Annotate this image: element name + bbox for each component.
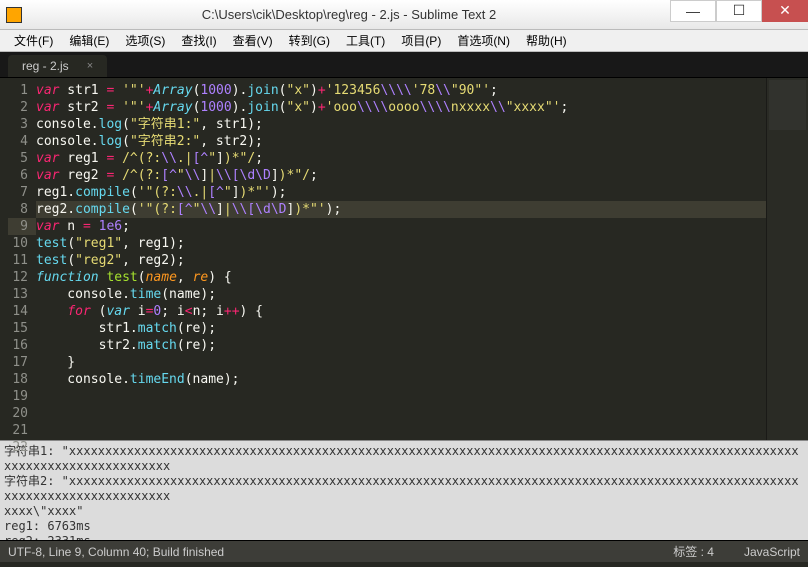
menu-help[interactable]: 帮助(H) <box>518 30 575 51</box>
window-title: C:\Users\cik\Desktop\reg\reg - 2.js - Su… <box>28 7 670 22</box>
code-editor[interactable]: var str1 = '"'+Array(1000).join("x")+'12… <box>36 78 766 440</box>
status-bar: UTF-8, Line 9, Column 40; Build finished… <box>0 540 808 562</box>
menu-tools[interactable]: 工具(T) <box>338 30 393 51</box>
tab-file[interactable]: reg - 2.js × <box>8 55 107 77</box>
status-tab-size[interactable]: 标签 : 4 <box>673 543 714 560</box>
menu-project[interactable]: 项目(P) <box>393 30 449 51</box>
menu-bar: 文件(F) 编辑(E) 选项(S) 查找(I) 查看(V) 转到(G) 工具(T… <box>0 30 808 52</box>
menu-goto[interactable]: 转到(G) <box>281 30 338 51</box>
menu-find[interactable]: 查找(I) <box>173 30 224 51</box>
maximize-button[interactable]: ☐ <box>716 0 762 22</box>
menu-selection[interactable]: 选项(S) <box>117 30 173 51</box>
status-left[interactable]: UTF-8, Line 9, Column 40; Build finished <box>8 545 673 559</box>
app-icon <box>6 7 22 23</box>
window-titlebar: C:\Users\cik\Desktop\reg\reg - 2.js - Su… <box>0 0 808 30</box>
tab-bar: reg - 2.js × <box>0 52 808 78</box>
line-gutter: 12345678910111213141516171819202122 <box>0 78 36 440</box>
build-output-panel[interactable]: 字符串1: "xxxxxxxxxxxxxxxxxxxxxxxxxxxxxxxxx… <box>0 440 808 540</box>
status-syntax[interactable]: JavaScript <box>744 545 800 559</box>
menu-edit[interactable]: 编辑(E) <box>61 30 117 51</box>
minimize-button[interactable]: — <box>670 0 716 22</box>
close-button[interactable]: ✕ <box>762 0 808 22</box>
menu-file[interactable]: 文件(F) <box>6 30 61 51</box>
tab-label: reg - 2.js <box>22 59 69 73</box>
editor-area: 12345678910111213141516171819202122 var … <box>0 78 808 440</box>
window-controls: — ☐ ✕ <box>670 0 808 22</box>
menu-view[interactable]: 查看(V) <box>225 30 281 51</box>
tab-close-icon[interactable]: × <box>87 60 93 72</box>
minimap-viewport[interactable] <box>769 80 806 130</box>
minimap[interactable] <box>766 78 808 440</box>
menu-preferences[interactable]: 首选项(N) <box>449 30 518 51</box>
